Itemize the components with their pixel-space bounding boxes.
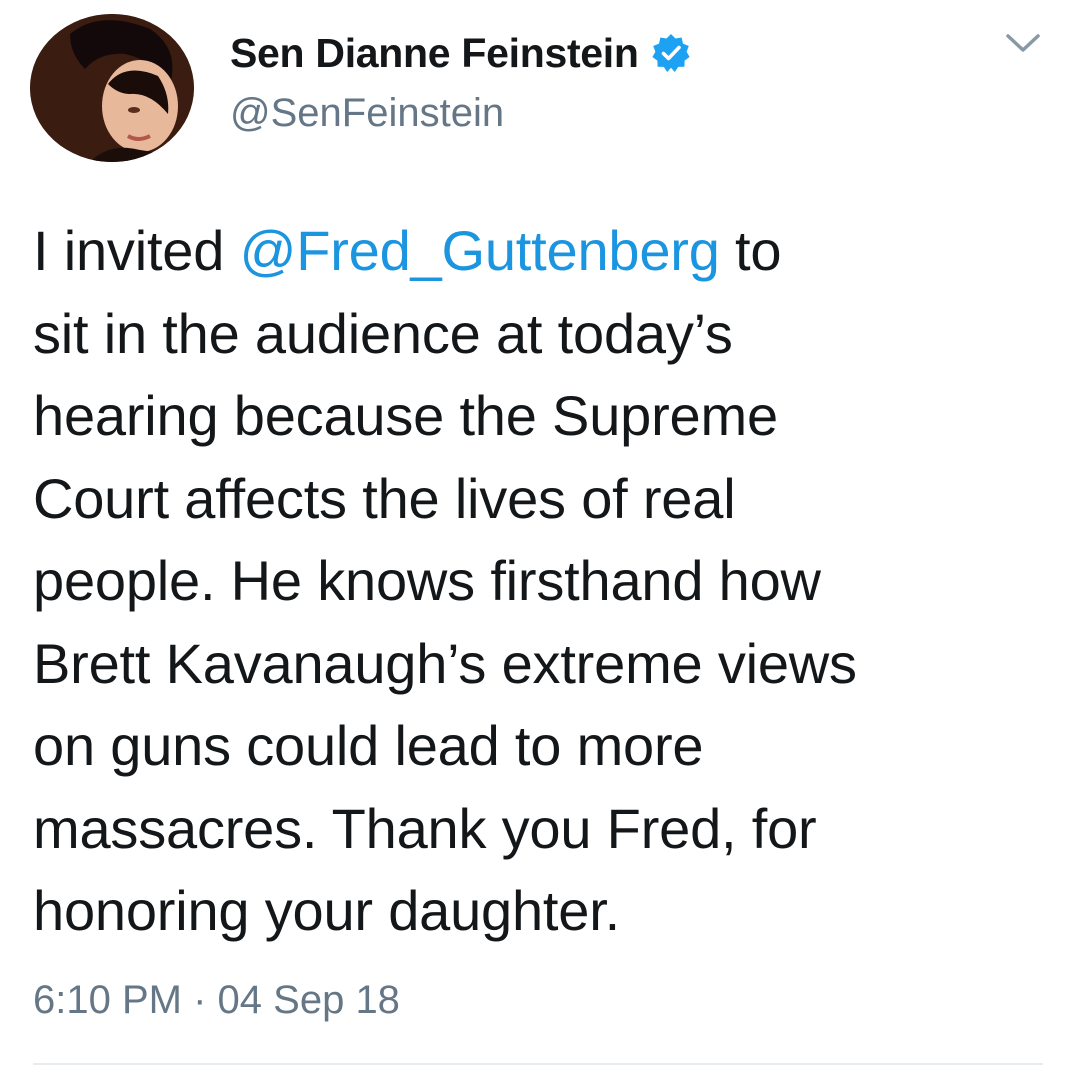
tweet-line: hearing because the Supreme: [33, 384, 778, 447]
author-handle[interactable]: @SenFeinstein: [230, 90, 504, 136]
divider: [33, 1063, 1043, 1065]
tweet-time: 6:10 PM: [33, 978, 182, 1022]
meta-separator: ·: [193, 978, 207, 1022]
tweet-line: massacres. Thank you Fred, for: [33, 796, 817, 860]
tweet-line: on guns could lead to more: [33, 714, 704, 777]
tweet-text: I invited @Fred_Guttenberg to sit in the…: [33, 210, 1043, 953]
tweet-text-segment: to: [719, 219, 782, 282]
tweet-line: people. He knows firsthand how: [33, 549, 821, 612]
tweet-timestamp[interactable]: 6:10 PM · 04 Sep 18: [33, 975, 400, 1025]
chevron-down-icon[interactable]: [1003, 28, 1043, 58]
tweet-date: 04 Sep 18: [217, 978, 400, 1022]
tweet-line: Brett Kavanaugh’s extreme views: [33, 631, 857, 695]
mention-link[interactable]: @Fred_Guttenberg: [240, 219, 720, 282]
avatar[interactable]: [30, 14, 194, 162]
tweet-line: Court affects the lives of real: [33, 466, 736, 530]
tweet-line: sit in the audience at today’s: [33, 301, 733, 365]
tweet-line: I invited @Fred_Guttenberg to: [33, 210, 1043, 293]
verified-badge-icon: [651, 33, 691, 73]
author-name-row[interactable]: Sen Dianne Feinstein: [230, 30, 691, 76]
author-name[interactable]: Sen Dianne Feinstein: [230, 30, 639, 76]
avatar-photo: [30, 14, 194, 162]
tweet-line: honoring your daughter.: [33, 879, 620, 942]
tweet-text-segment: I invited: [33, 219, 240, 282]
